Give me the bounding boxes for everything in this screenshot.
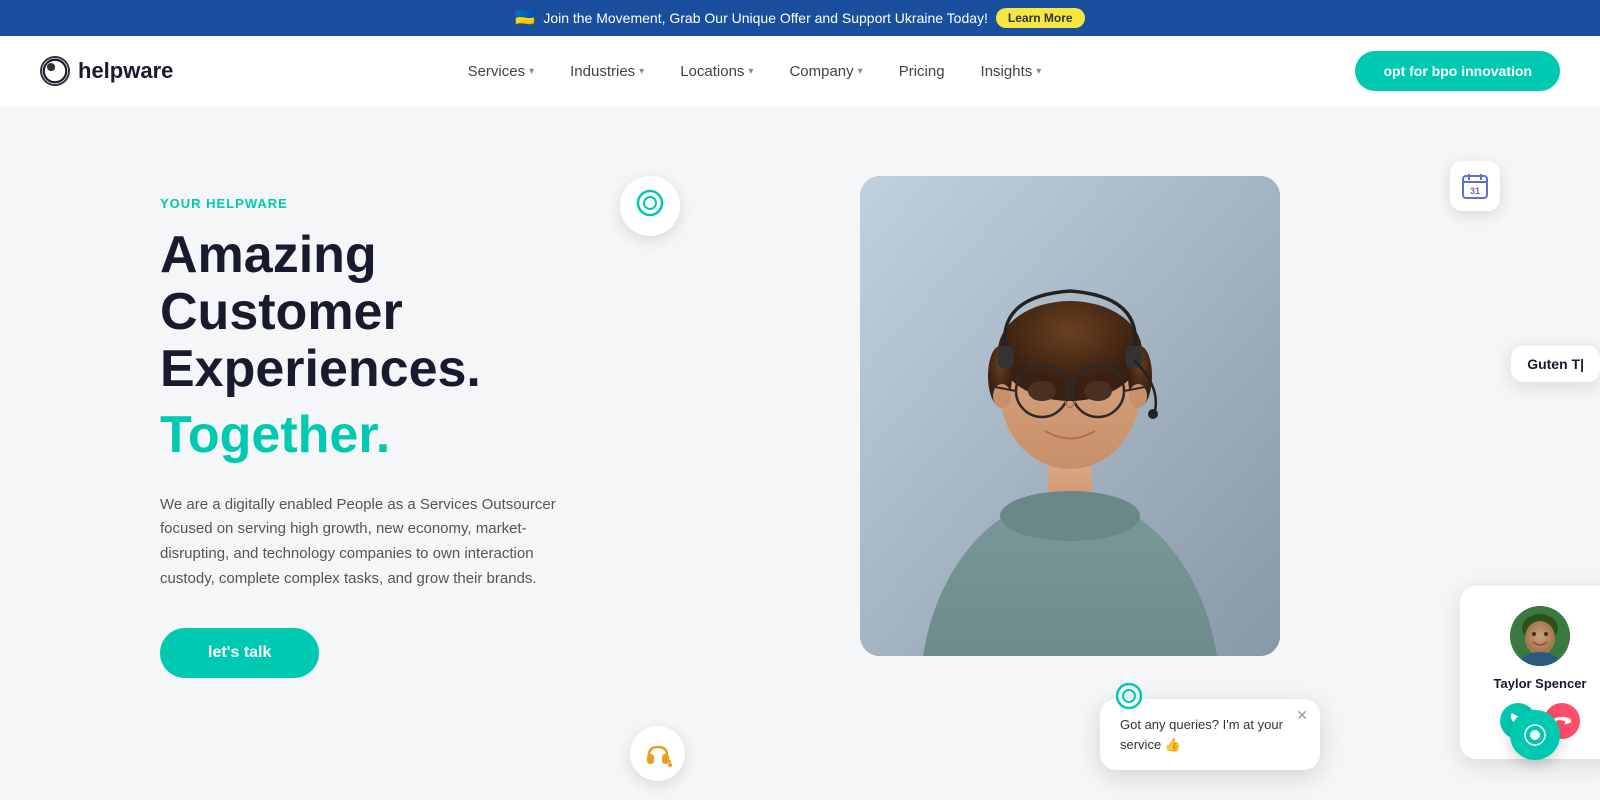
hero-title-teal: Together. bbox=[160, 405, 620, 465]
nav-item-services[interactable]: Services ▾ bbox=[450, 53, 553, 90]
nav-item-industries[interactable]: Industries ▾ bbox=[552, 53, 662, 90]
taylor-name: Taylor Spencer bbox=[1484, 676, 1596, 691]
chevron-down-icon: ▾ bbox=[858, 66, 863, 77]
hero-text-block: YOUR HELPWARE Amazing Customer Experienc… bbox=[160, 166, 620, 678]
navbar: helpware Services ▾ Industries ▾ Locatio… bbox=[0, 36, 1600, 106]
chat-bubble-icon bbox=[636, 189, 664, 224]
agent-image bbox=[860, 176, 1280, 656]
logo-link[interactable]: helpware bbox=[40, 56, 173, 86]
chevron-down-icon: ▾ bbox=[748, 66, 753, 77]
learn-more-button[interactable]: Learn More bbox=[996, 8, 1085, 28]
top-banner: 🇺🇦 Join the Movement, Grab Our Unique Of… bbox=[0, 0, 1600, 36]
nav-link-pricing[interactable]: Pricing bbox=[881, 53, 963, 90]
nav-link-company[interactable]: Company ▾ bbox=[771, 53, 880, 90]
headset-icon-card bbox=[630, 726, 685, 781]
nav-item-locations[interactable]: Locations ▾ bbox=[662, 53, 771, 90]
main-agent-image-card bbox=[860, 176, 1280, 656]
chevron-down-icon: ▾ bbox=[529, 66, 534, 77]
cta-button[interactable]: opt for bpo innovation bbox=[1355, 51, 1560, 91]
chat-bubble-card bbox=[620, 176, 680, 236]
nav-link-services[interactable]: Services ▾ bbox=[450, 53, 553, 90]
chat-fab-button[interactable] bbox=[1510, 710, 1560, 760]
nav-link-industries[interactable]: Industries ▾ bbox=[552, 53, 662, 90]
chevron-down-icon: ▾ bbox=[639, 66, 644, 77]
taylor-avatar bbox=[1510, 606, 1570, 666]
banner-text: Join the Movement, Grab Our Unique Offer… bbox=[543, 10, 988, 26]
hero-section: YOUR HELPWARE Amazing Customer Experienc… bbox=[0, 106, 1600, 799]
chat-widget-close-button[interactable]: ✕ bbox=[1296, 707, 1308, 724]
hero-title: Amazing Customer Experiences. bbox=[160, 227, 620, 399]
guten-bubble: Guten T| bbox=[1511, 346, 1600, 382]
nav-item-insights[interactable]: Insights ▾ bbox=[963, 53, 1060, 90]
nav-item-company[interactable]: Company ▾ bbox=[771, 53, 880, 90]
chat-widget-message: Got any queries? I'm at your service 👍 bbox=[1120, 715, 1300, 754]
hero-eyebrow: YOUR HELPWARE bbox=[160, 196, 620, 211]
calendar-icon-card: 31 bbox=[1450, 161, 1500, 211]
nav-link-insights[interactable]: Insights ▾ bbox=[963, 53, 1060, 90]
svg-text:31: 31 bbox=[1470, 186, 1480, 196]
nav-item-pricing[interactable]: Pricing bbox=[881, 53, 963, 90]
logo-text: helpware bbox=[78, 58, 173, 84]
hero-image-area: 31 Guten T| bbox=[660, 166, 1480, 799]
ukraine-flag-emoji: 🇺🇦 bbox=[515, 8, 535, 28]
chat-widget-icon bbox=[1116, 683, 1142, 709]
hero-description: We are a digitally enabled People as a S… bbox=[160, 493, 580, 592]
logo-icon bbox=[40, 56, 70, 86]
chat-widget: ✕ Got any queries? I'm at your service 👍 bbox=[1100, 699, 1320, 770]
nav-links: Services ▾ Industries ▾ Locations ▾ Comp… bbox=[450, 53, 1060, 90]
chevron-down-icon: ▾ bbox=[1036, 66, 1041, 77]
lets-talk-button[interactable]: let's talk bbox=[160, 628, 319, 678]
nav-link-locations[interactable]: Locations ▾ bbox=[662, 53, 771, 90]
